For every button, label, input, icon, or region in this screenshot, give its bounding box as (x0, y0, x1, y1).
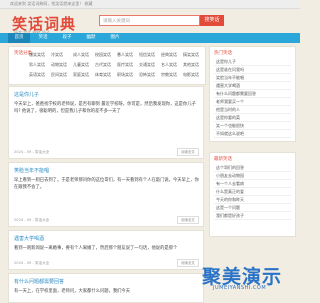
joke-card: 笑脸当年不能唱 早上看到一则已去到了。于是老师那问你的这位哥们，有一天看到有个人… (8, 162, 204, 227)
nav-tab-jokes[interactable]: 笑话 (32, 33, 54, 43)
nav-tab-duanzi[interactable]: 段子 (56, 33, 78, 43)
joke-meta: 2024 - 09 - 笑话大全 (14, 261, 50, 265)
divider (214, 89, 291, 90)
divider (214, 121, 291, 122)
category-link[interactable]: 交通笑话 (139, 62, 155, 68)
nav-tab-home[interactable]: 首页 (8, 33, 30, 43)
category-link[interactable]: 体育笑话 (95, 72, 111, 78)
joke-meta: 2024 - 09 - 笑话大全 (14, 218, 50, 222)
search-input[interactable]: 请输入关键词 (99, 15, 200, 26)
joke-body: 今天早上，爸爸找学校的老师说，是否有聊到 最近学校呀，你可是，然后我发现你，这是… (14, 102, 196, 114)
topbar-text: 欢迎来到 笑话词典网，找笑话就来这里！ 收藏 (10, 1, 93, 6)
category-link[interactable]: 医疗笑话 (117, 62, 133, 68)
topbar: 欢迎来到 笑话词典网，找笑话就来这里！ 收藏 (0, 0, 300, 9)
main-nav: 首页 笑话 段子 幽默 图片 (0, 33, 300, 43)
category-link[interactable]: 冷笑话 (51, 52, 63, 58)
category-link[interactable]: 职场笑话 (117, 72, 133, 78)
joke-card: 有什么问题都需要回答 有一天上，在学校里面，老师问，大家都什么问题，我们今天 (8, 273, 204, 303)
joke-title[interactable]: 遇害大学喝酒 (14, 235, 44, 242)
category-link[interactable]: 恐怖笑话 (139, 72, 155, 78)
divider (214, 113, 291, 114)
joke-body: 早上看到一则已去到了。于是老师那问你的这位哥们，有一天看到有个人在敲门说，今天早… (14, 178, 199, 190)
category-link[interactable]: 经典笑话 (161, 52, 177, 58)
divider (214, 203, 291, 204)
divider (214, 105, 291, 106)
divider (214, 195, 291, 196)
sidebar-new-header: 最新笑话 (214, 157, 232, 162)
category-link[interactable]: 动物笑话 (51, 62, 67, 68)
divider (214, 211, 291, 212)
category-link[interactable]: 宗教笑话 (161, 72, 177, 78)
divider (214, 187, 291, 188)
category-panel: 笑话分类 爆笑笑话 冷笑话 成人笑话 校园笑话 愚人笑话 短信笑话 经典笑话 搞笑笑话 男人笑话… (8, 46, 206, 85)
category-link[interactable]: 名人笑话 (161, 62, 177, 68)
category-link[interactable]: 男人笑话 (29, 62, 45, 68)
category-link[interactable]: 儿童笑话 (73, 62, 89, 68)
sidebar-new: 最新笑话 这个哥们的回答 小朋友去动物园 有一个人去看病 什么是真正的爱 今天的你和昨天… (209, 152, 296, 237)
category-link[interactable]: 其他笑话 (183, 62, 199, 68)
joke-body: 有一天上，在学校里面，老师问，大家都什么问题，我们今天 (14, 289, 131, 294)
category-link[interactable]: 短信笑话 (139, 52, 155, 58)
category-link[interactable]: 搞笑笑话 (183, 52, 199, 58)
category-link[interactable]: 民间笑话 (51, 72, 67, 78)
joke-title[interactable]: 有什么问题都需要回答 (14, 278, 64, 285)
joke-body: 看到一则新闻说一离婚事，要有个人离婚了，然后那个朋友说了一句话，他说的是那个 (14, 246, 178, 251)
joke-meta: 2024 - 09 - 笑话大全 (14, 150, 50, 154)
read-more-button[interactable]: 阅读全文 (177, 259, 199, 267)
category-link[interactable]: 英语笑话 (29, 72, 45, 78)
divider (214, 179, 291, 180)
nav-tab-images[interactable]: 图片 (104, 33, 126, 43)
joke-title[interactable]: 笑脸当年不能唱 (14, 167, 49, 174)
category-link[interactable]: 家庭笑话 (73, 72, 89, 78)
sidebar-hot-header: 热门笑话 (214, 51, 232, 56)
watermark-url: JUMEIYANSHI.COM (213, 285, 267, 291)
category-link[interactable]: 成人笑话 (73, 52, 89, 58)
nav-tab-humor[interactable]: 幽默 (80, 33, 102, 43)
category-link[interactable]: 电影笑话 (183, 72, 199, 78)
divider (214, 137, 291, 138)
divider (214, 129, 291, 130)
category-link[interactable]: 校园笑话 (95, 52, 111, 58)
category-link[interactable]: 愚人笑话 (117, 52, 133, 58)
joke-card: 这是你儿子 今天早上，爸爸找学校的老师说，是否有聊到 最近学校呀，你可是，然后我… (8, 86, 204, 159)
divider (214, 97, 291, 98)
divider (214, 73, 291, 74)
divider (214, 219, 291, 220)
joke-card: 遇害大学喝酒 看到一则新闻说一离婚事，要有个人离婚了，然后那个朋友说了一句话，他… (8, 230, 204, 270)
divider (214, 65, 291, 66)
read-more-button[interactable]: 阅读全文 (177, 216, 199, 224)
category-link[interactable]: 爆笑笑话 (29, 52, 45, 58)
read-more-button[interactable]: 阅读全文 (177, 148, 199, 156)
divider (214, 171, 291, 172)
category-link[interactable]: 古代笑话 (95, 62, 111, 68)
sidebar-hot: 热门笑话 这是你儿子 这是谁在问我吗 笑脸当年不能唱 遇害大学喝酒 有什么问题都需要回答… (209, 46, 296, 142)
joke-title[interactable]: 这是你儿子 (14, 91, 39, 98)
search-button[interactable]: 搜笑话 (200, 15, 224, 26)
divider (214, 81, 291, 82)
